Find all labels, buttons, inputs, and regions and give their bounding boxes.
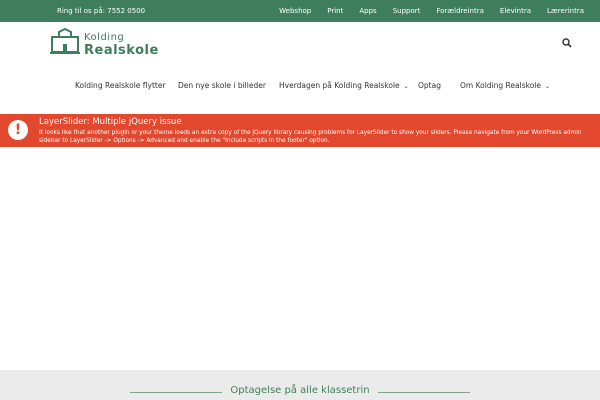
nav-item-label: Den nye skole i billeder [178,81,266,90]
top-link-apps[interactable]: Apps [359,7,376,15]
nav-item-optag[interactable]: Optag [418,81,441,90]
top-link-elevintra[interactable]: Elevintra [500,7,531,15]
notice-message: It looks like that another plugin or you… [39,130,582,144]
nav-item-label: Om Kolding Realskole [460,81,541,90]
chevron-down-icon: ⌄ [403,83,409,90]
main-nav: Kolding Realskole flytter Den nye skole … [0,74,600,96]
top-link-print[interactable]: Print [327,7,343,15]
nav-item-billeder[interactable]: Den nye skole i billeder [178,81,266,90]
nav-item-label: Kolding Realskole flytter [75,81,166,90]
nav-item-om[interactable]: Om Kolding Realskole ⌄ [460,81,550,90]
top-link-laererintra[interactable]: Lærerintra [547,7,584,15]
notice-title: LayerSlider: Multiple jQuery issue [39,117,182,127]
top-bar: Ring til os på: 7552 0500 Webshop Print … [0,0,600,22]
nav-item-label: Optag [418,81,441,90]
nav-item-label: Hverdagen på Kolding Realskole [279,81,400,90]
nav-item-hverdagen[interactable]: Hverdagen på Kolding Realskole ⌄ [279,81,409,90]
heading-rule-right [378,392,470,393]
section-heading: Optagelse på alle klassetrin [230,385,370,396]
chevron-down-icon: ⌄ [545,83,551,90]
logo-line-2: Realskole [84,43,159,58]
admissions-section: Optagelse på alle klassetrin [0,370,600,400]
exclamation-icon: ! [8,120,28,140]
nav-item-flytter[interactable]: Kolding Realskole flytter [75,81,166,90]
top-links: Webshop Print Apps Support Forældreintra… [263,7,584,15]
top-link-webshop[interactable]: Webshop [279,7,311,15]
site-logo[interactable]: Kolding Realskole [50,27,180,59]
search-icon[interactable] [562,38,572,48]
school-building-icon [50,27,80,54]
error-notice: ! LayerSlider: Multiple jQuery issue It … [0,114,600,147]
phone-number: Ring til os på: 7552 0500 [57,7,146,15]
logo-line-1: Kolding [84,32,125,43]
top-link-support[interactable]: Support [393,7,421,15]
top-link-foraeldreintra[interactable]: Forældreintra [436,7,484,15]
